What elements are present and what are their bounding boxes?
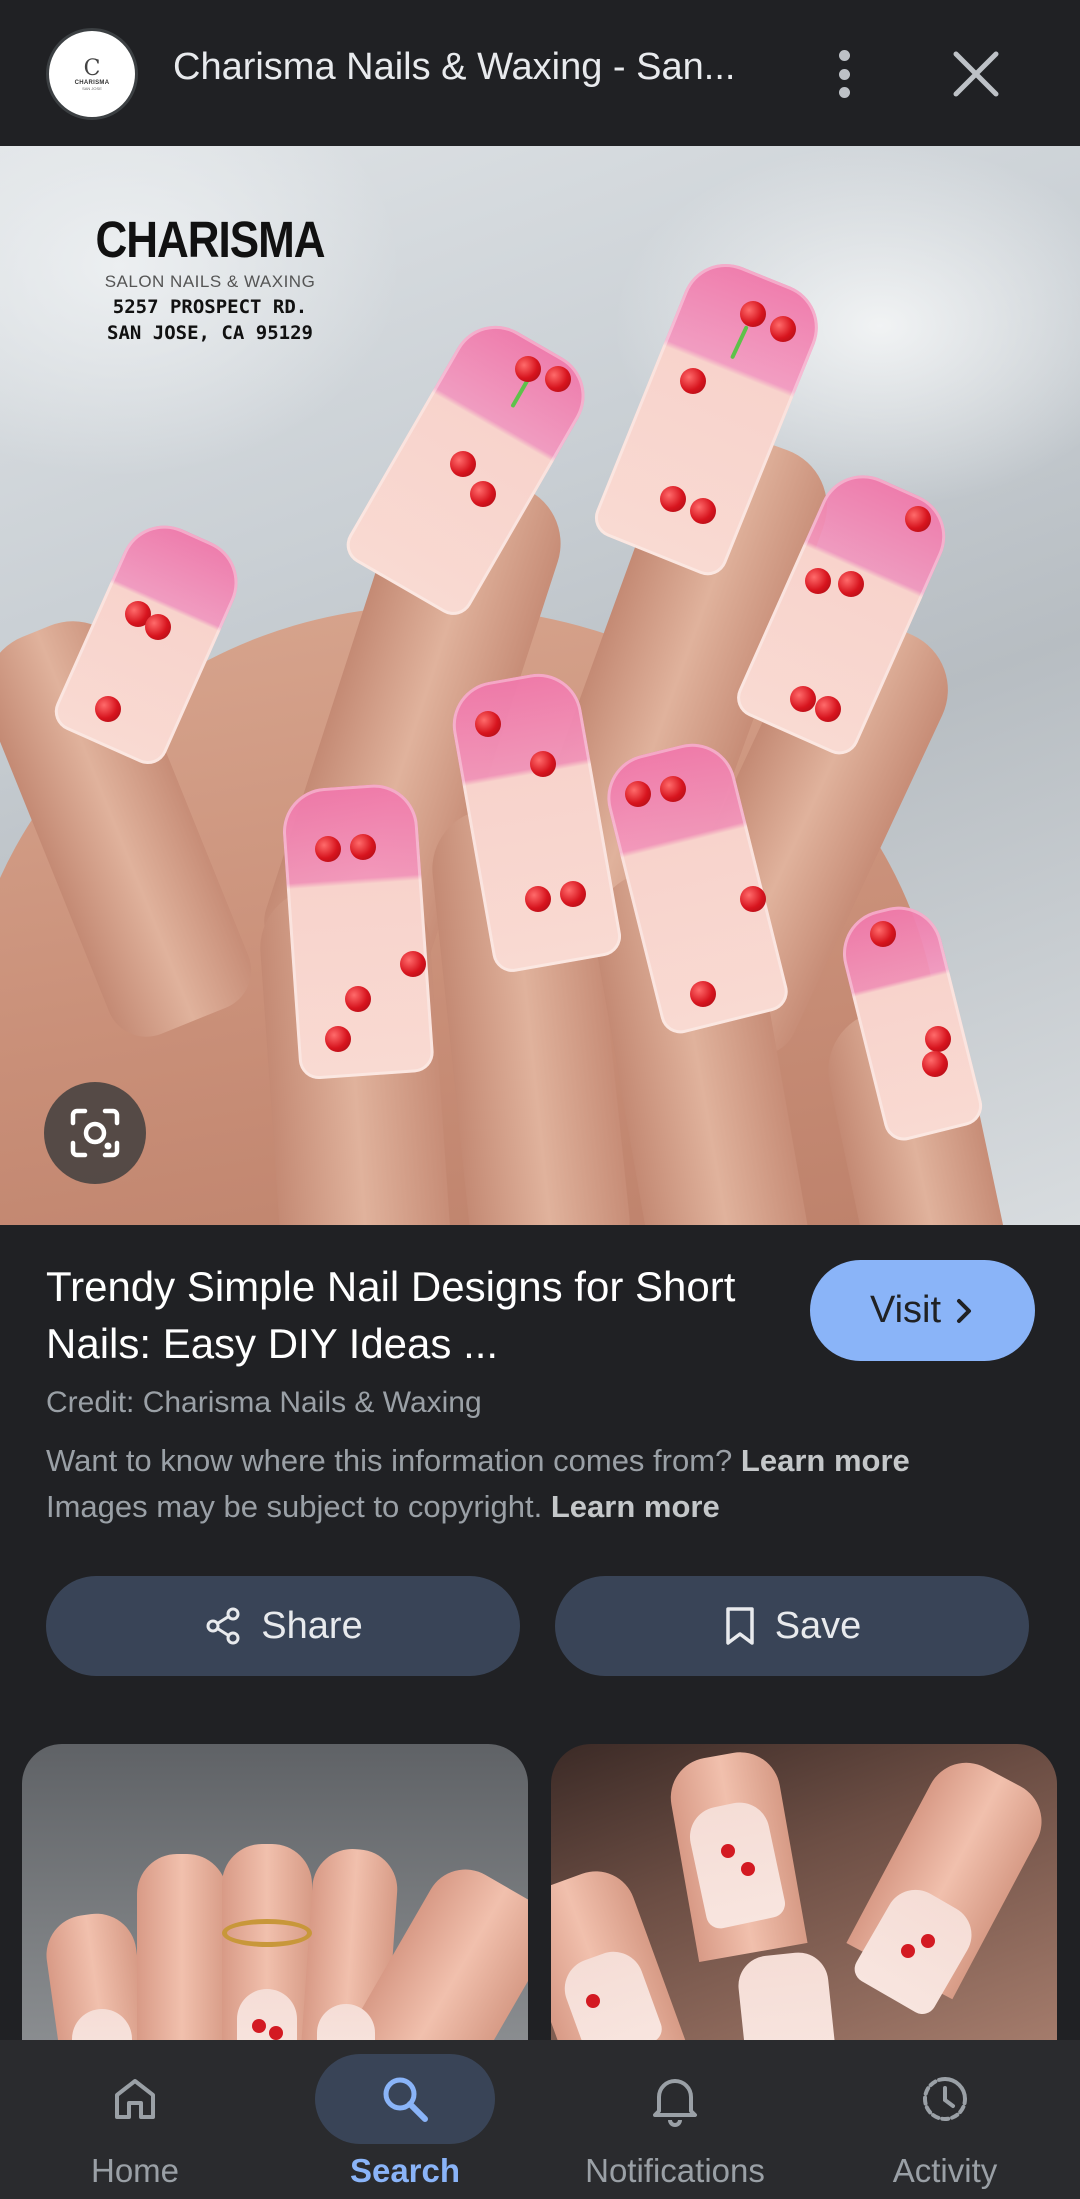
nav-activity-icon-wrap bbox=[855, 2054, 1035, 2144]
cherry bbox=[145, 614, 171, 640]
bell-icon bbox=[653, 2079, 697, 2127]
ring bbox=[222, 1919, 312, 1947]
cherry bbox=[400, 951, 426, 977]
nav-activity-label: Activity bbox=[892, 2152, 998, 2189]
thumb-cherry bbox=[269, 2026, 283, 2040]
kebab-dot bbox=[838, 68, 850, 80]
nav-home[interactable]: Home bbox=[0, 2040, 270, 2199]
info-source-text: Want to know where this information come… bbox=[46, 1443, 733, 1478]
share-button[interactable]: Share bbox=[46, 1576, 520, 1676]
thumb-cherry bbox=[921, 1934, 935, 1948]
source-avatar[interactable]: C CHARISMA SAN JOSE bbox=[46, 28, 138, 120]
thumb-nail bbox=[735, 1949, 837, 2044]
visit-button[interactable]: Visit bbox=[810, 1260, 1035, 1361]
kebab-dot bbox=[838, 87, 850, 98]
save-button[interactable]: Save bbox=[555, 1576, 1029, 1676]
copyright-line: Images may be subject to copyright. Lear… bbox=[46, 1489, 720, 1525]
cherry bbox=[870, 921, 896, 947]
cherry bbox=[815, 696, 841, 722]
share-icon bbox=[206, 1607, 240, 1645]
watermark-title: CHARISMA bbox=[95, 212, 325, 269]
cherry bbox=[530, 751, 556, 777]
cherry bbox=[545, 366, 571, 392]
source-logo-sub: SAN JOSE bbox=[82, 85, 102, 91]
bottom-navigation: Home Search Notifications Activity bbox=[0, 2040, 1080, 2199]
cherry bbox=[95, 696, 121, 722]
thumb-cherry bbox=[721, 1844, 735, 1858]
thumb-cherry bbox=[901, 1944, 915, 1958]
cherry bbox=[690, 498, 716, 524]
cherry bbox=[805, 568, 831, 594]
cherry bbox=[625, 781, 651, 807]
lens-icon[interactable] bbox=[44, 1082, 146, 1184]
salon-watermark: CHARISMA SALON NAILS & WAXING 5257 PROSP… bbox=[90, 212, 330, 344]
source-logo-mark: C bbox=[83, 55, 101, 81]
activity-icon bbox=[923, 2077, 967, 2121]
thumb-cherry bbox=[252, 2019, 266, 2033]
watermark-subtitle: SALON NAILS & WAXING bbox=[104, 272, 316, 291]
cherry bbox=[325, 1026, 351, 1052]
home-icon bbox=[115, 2079, 155, 2119]
related-image[interactable] bbox=[551, 1744, 1057, 2044]
top-app-bar: C CHARISMA SAN JOSE Charisma Nails & Wax… bbox=[0, 0, 1080, 146]
thumb-cherry bbox=[741, 1862, 755, 1876]
watermark-address-line-2: SAN JOSE, CA 95129 bbox=[107, 322, 313, 344]
nav-home-label: Home bbox=[90, 2152, 180, 2189]
cherry bbox=[470, 481, 496, 507]
cherry bbox=[922, 1051, 948, 1077]
nav-activity[interactable]: Activity bbox=[810, 2040, 1080, 2199]
cherry bbox=[450, 451, 476, 477]
nav-home-icon-wrap bbox=[45, 2054, 225, 2144]
share-button-label: Share bbox=[261, 1604, 363, 1647]
cherry bbox=[345, 986, 371, 1012]
cherry bbox=[790, 686, 816, 712]
copyright-text: Images may be subject to copyright. bbox=[46, 1489, 543, 1524]
chevron-right-icon bbox=[957, 1298, 972, 1323]
visit-button-label: Visit bbox=[869, 1289, 942, 1331]
close-icon[interactable] bbox=[948, 46, 1004, 102]
more-options-icon[interactable] bbox=[822, 46, 866, 102]
cherry bbox=[515, 356, 541, 382]
main-image[interactable]: CHARISMA SALON NAILS & WAXING 5257 PROSP… bbox=[0, 146, 1080, 1225]
learn-more-link[interactable]: Learn more bbox=[741, 1443, 910, 1478]
save-button-label: Save bbox=[774, 1604, 862, 1647]
nav-notifications-icon-wrap bbox=[585, 2054, 765, 2144]
cherry bbox=[680, 368, 706, 394]
lens-glyph bbox=[70, 1108, 120, 1158]
credit-text: Credit: Charisma Nails & Waxing bbox=[46, 1386, 482, 1419]
search-icon bbox=[383, 2077, 428, 2122]
cherry bbox=[770, 316, 796, 342]
nav-notifications[interactable]: Notifications bbox=[540, 2040, 810, 2199]
thumb-nail bbox=[237, 1989, 297, 2044]
cherry bbox=[560, 881, 586, 907]
learn-more-link[interactable]: Learn more bbox=[551, 1489, 720, 1524]
bookmark-icon bbox=[725, 1607, 754, 1645]
cherry bbox=[350, 834, 376, 860]
cherry bbox=[315, 836, 341, 862]
info-source-line: Want to know where this information come… bbox=[46, 1443, 910, 1479]
nav-search-label: Search bbox=[349, 2152, 461, 2189]
cherry bbox=[660, 486, 686, 512]
cherry bbox=[838, 571, 864, 597]
nav-search[interactable]: Search bbox=[270, 2040, 540, 2199]
thumb-finger bbox=[137, 1854, 227, 2044]
cherry bbox=[660, 776, 686, 802]
kebab-dot bbox=[838, 50, 850, 61]
watermark-address-line-1: 5257 PROSPECT RD. bbox=[112, 296, 308, 318]
cherry bbox=[925, 1026, 951, 1052]
thumb-cherry bbox=[586, 1994, 600, 2008]
result-title[interactable]: Trendy Simple Nail Designs for Short Nai… bbox=[46, 1258, 766, 1372]
cherry bbox=[525, 886, 551, 912]
cherry bbox=[740, 886, 766, 912]
nav-notifications-label: Notifications bbox=[585, 2152, 765, 2189]
page-title[interactable]: Charisma Nails & Waxing - San... bbox=[173, 46, 763, 89]
cherry bbox=[905, 506, 931, 532]
nail bbox=[280, 781, 435, 1081]
related-image[interactable] bbox=[22, 1744, 528, 2044]
cherry bbox=[475, 711, 501, 737]
cherry bbox=[740, 301, 766, 327]
nav-search-icon-wrap bbox=[315, 2054, 495, 2144]
cherry bbox=[690, 981, 716, 1007]
